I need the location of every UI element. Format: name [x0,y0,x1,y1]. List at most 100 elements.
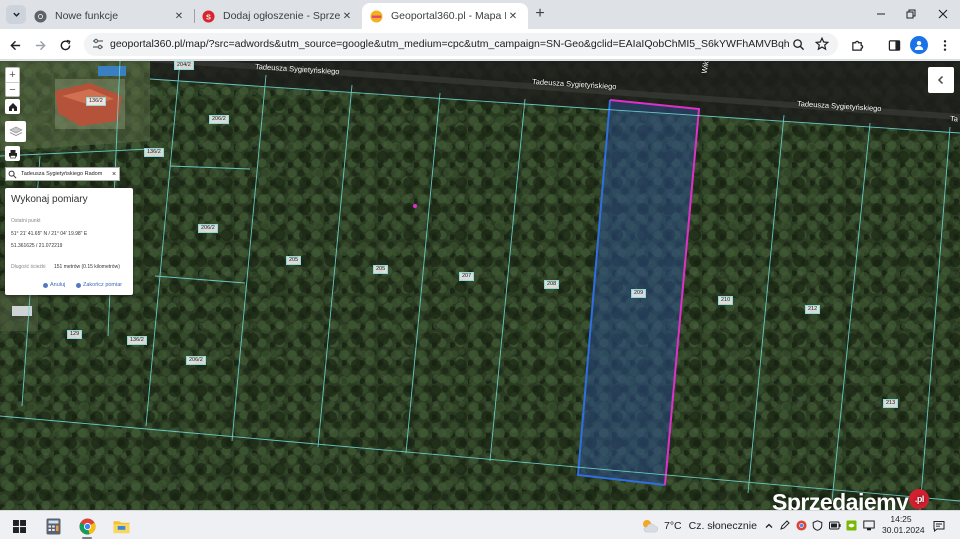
tray-battery[interactable] [828,519,841,532]
tray-icon-shield[interactable] [811,519,824,532]
parcel-label[interactable]: 207 [459,272,475,281]
geoportal-icon [370,9,383,23]
parcel-label[interactable]: 136/2 [86,97,106,106]
star-icon[interactable] [815,37,829,51]
screen: Nowe funkcje ✕ S Dodaj ogłoszenie - Sprz… [0,0,960,539]
tab-title: Geoportal360.pl - Mapa Interak [391,10,506,22]
parcel-label[interactable]: 210 [718,296,734,305]
zoom-out-button[interactable]: − [6,82,19,96]
panel-title: Wykonaj pomiary [11,194,88,205]
tab-title: Dodaj ogłoszenie - Sprzedajemy [223,10,340,22]
tray-nvidia[interactable] [845,519,858,532]
address-bar[interactable]: geoportal360.pl/map/?src=adwords&utm_sou… [84,33,838,56]
windows-icon [12,519,26,533]
weather-widget[interactable]: 7°C Cz. słonecznie [640,516,757,536]
extensions-button[interactable] [848,36,866,54]
map-view[interactable]: Tadeusza Sygietyńskiego Tadeusza Sygiety… [0,61,960,510]
zoom-icon[interactable] [792,38,805,51]
parcel-label[interactable]: 136/2 [144,148,164,157]
watermark-badge: .pl [909,489,930,509]
hidden-icons-button[interactable] [762,519,775,532]
parcel-label[interactable]: 206/2 [198,224,218,233]
sprzedajemy-icon: S [202,9,215,23]
close-icon [938,9,948,19]
pen-icon [780,520,790,530]
tab-dodaj-ogloszenie[interactable]: S Dodaj ogłoszenie - Sprzedajemy ✕ [194,3,362,29]
close-icon[interactable]: ✕ [340,9,354,23]
parcel-label[interactable]: 212 [805,305,821,314]
parcel-label[interactable]: 136/2 [127,336,147,345]
tab-nowe-funkcje[interactable]: Nowe funkcje ✕ [26,3,194,29]
map-search-box[interactable]: Tadeusza Sygietyńskiego Radom × [5,167,120,181]
restore-button[interactable] [896,5,926,23]
side-panel-icon [888,39,900,51]
forward-button[interactable] [31,36,49,54]
chevron-left-icon [937,75,944,85]
weather-temperature: 7°C [664,520,682,532]
notifications-button[interactable] [932,519,945,532]
minimize-button[interactable] [866,5,896,23]
close-icon[interactable]: ✕ [506,9,520,23]
restore-icon [906,9,916,19]
parcel-label[interactable]: 204/2 [174,61,194,70]
tray-icon-1[interactable] [778,519,791,532]
parcel-label[interactable]: 205 [373,265,389,274]
finish-label: Zakończ pomiar [83,282,123,288]
check-icon [76,282,81,288]
new-tab-button[interactable]: + [532,6,548,22]
folder-icon [112,520,130,533]
taskbar-clock[interactable]: 14:25 30.01.2024 [882,514,925,536]
parcel-label[interactable]: 208 [544,280,560,289]
site-info-icon[interactable] [92,38,104,50]
parcel-label[interactable]: 206/2 [186,356,206,365]
network-icon [862,520,875,531]
layers-button[interactable] [5,121,26,142]
zoom-in-button[interactable]: + [6,68,19,82]
arrow-left-icon [9,40,20,50]
menu-button[interactable] [936,36,954,54]
parcel-label[interactable]: 129 [67,330,83,339]
start-button[interactable] [9,516,29,536]
profile-avatar[interactable] [910,36,928,54]
close-icon[interactable]: ✕ [172,9,186,23]
cancel-button[interactable]: Anuluj [43,282,65,288]
finish-measure-button[interactable]: Zakończ pomiar [76,282,122,288]
back-button[interactable] [6,36,24,54]
nvidia-icon [846,520,857,531]
side-panel-button[interactable] [885,36,903,54]
chrome-icon [78,517,96,535]
clock-time: 14:25 [890,514,912,524]
tab-search-button[interactable] [6,5,26,24]
tray-network[interactable] [862,519,875,532]
chrome-icon [796,520,807,531]
clear-search-button[interactable]: × [109,171,119,178]
partly-sunny-icon [643,520,658,533]
street-label: Ta [949,114,959,124]
chevron-down-icon [12,12,20,17]
clock-date: 30.01.2024 [882,525,925,535]
chrome-app[interactable] [77,516,97,536]
close-window-button[interactable] [928,5,958,23]
parcel-label[interactable]: 205 [286,256,302,265]
reload-button[interactable] [56,36,74,54]
url-text: geoportal360.pl/map/?src=adwords&utm_sou… [110,38,790,50]
map-search-input[interactable]: Tadeusza Sygietyńskiego Radom [17,171,109,177]
parcel-label[interactable]: 209 [631,289,647,298]
home-icon [8,102,17,111]
home-button[interactable] [5,99,20,114]
calculator-app[interactable] [43,516,63,536]
collapse-sidebar-button[interactable] [928,67,954,93]
path-length-value: 151 metrów (0.15 kilometrów) [54,264,120,270]
cancel-icon [43,282,48,288]
parcel-label[interactable]: 213 [883,399,899,408]
tray-chrome[interactable] [795,519,808,532]
chrome-icon [34,9,47,23]
tab-title: Nowe funkcje [55,10,119,22]
weather-description: Cz. słonecznie [688,520,757,532]
tab-geoportal[interactable]: Geoportal360.pl - Mapa Interak ✕ [362,3,528,29]
print-button[interactable] [5,146,20,161]
parcel-label[interactable]: 206/2 [209,115,229,124]
calculator-icon [46,518,60,534]
file-explorer-app[interactable] [111,516,131,536]
layers-icon [8,126,23,136]
